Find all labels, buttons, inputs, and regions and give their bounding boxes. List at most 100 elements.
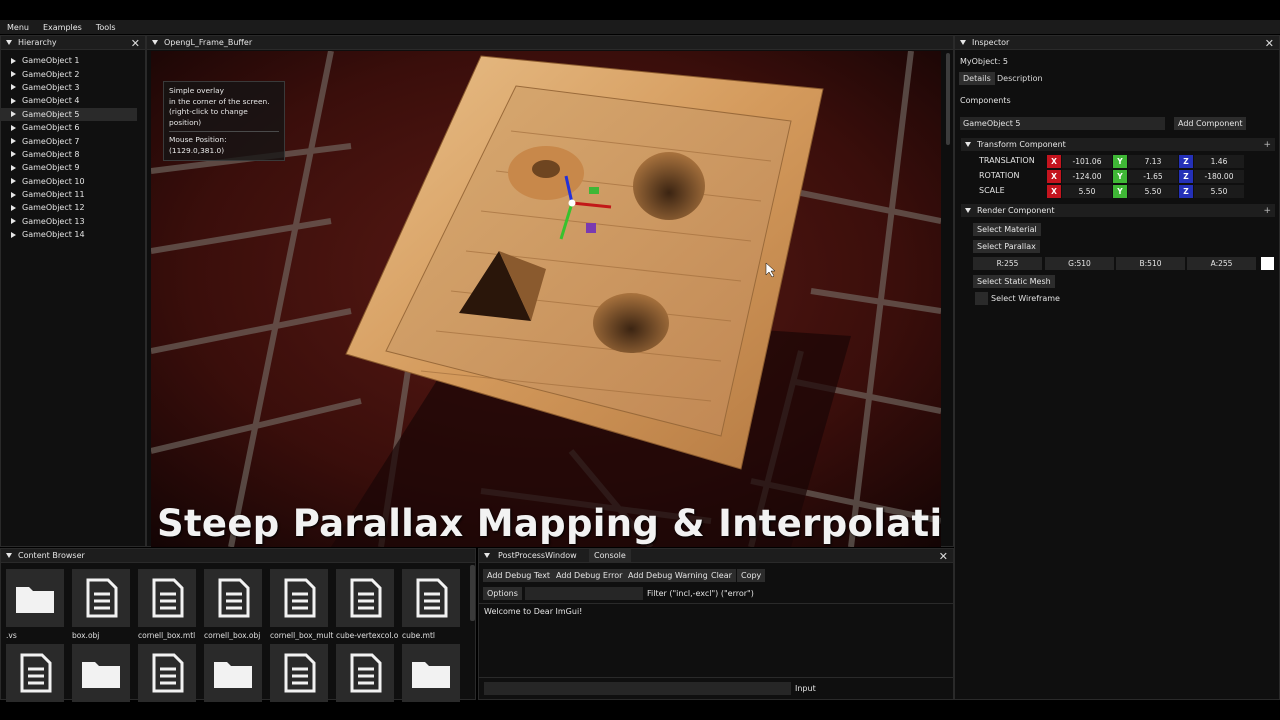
folder-tile[interactable] <box>6 569 64 627</box>
transform-header[interactable]: Transform Component + <box>961 138 1275 151</box>
console-input[interactable] <box>484 682 791 695</box>
file-tile[interactable] <box>336 644 394 702</box>
expand-icon[interactable] <box>11 218 16 225</box>
folder-tile[interactable] <box>72 644 130 702</box>
tab-description[interactable]: Description <box>993 72 1047 85</box>
scale-z-field[interactable]: 5.50 <box>1194 185 1244 198</box>
hierarchy-item[interactable]: GameObject 6 <box>1 121 145 134</box>
simple-overlay[interactable]: Simple overlay in the corner of the scre… <box>163 81 285 161</box>
file-tile[interactable] <box>402 569 460 627</box>
options-button[interactable]: Options <box>483 587 522 600</box>
color-a-field[interactable]: A:255 <box>1187 257 1256 270</box>
content-browser-titlebar[interactable]: Content Browser <box>1 549 475 563</box>
file-tile[interactable] <box>336 569 394 627</box>
translation-z-field[interactable]: 1.46 <box>1194 155 1244 168</box>
hierarchy-item[interactable]: GameObject 11 <box>1 188 145 201</box>
hierarchy-item[interactable]: GameObject 2 <box>1 67 145 80</box>
tab-console[interactable]: Console <box>589 549 631 563</box>
rotation-x-field[interactable]: -124.00 <box>1062 170 1112 183</box>
select-static-mesh-button[interactable]: Select Static Mesh <box>973 275 1055 288</box>
add-component-button[interactable]: Add Component <box>1174 117 1247 130</box>
hierarchy-titlebar[interactable]: Hierarchy ✕ <box>1 36 145 50</box>
collapse-icon[interactable] <box>484 553 490 558</box>
content-scrollbar[interactable] <box>470 565 475 621</box>
expand-icon[interactable] <box>11 191 16 198</box>
close-icon[interactable]: ✕ <box>131 37 140 50</box>
hierarchy-item[interactable]: GameObject 9 <box>1 161 145 174</box>
hierarchy-item-selected[interactable]: GameObject 5 <box>1 107 137 121</box>
scene-view[interactable]: Simple overlay in the corner of the scre… <box>151 51 941 547</box>
tab-postprocess[interactable]: PostProcessWindow <box>493 549 582 563</box>
hierarchy-item[interactable]: GameObject 3 <box>1 81 145 94</box>
hierarchy-item[interactable]: GameObject 10 <box>1 175 145 188</box>
expand-icon[interactable] <box>11 97 16 104</box>
translation-x-field[interactable]: -101.06 <box>1062 155 1112 168</box>
plus-icon[interactable]: + <box>1263 140 1271 150</box>
file-tile[interactable] <box>270 569 328 627</box>
menu-item-examples[interactable]: Examples <box>36 23 89 32</box>
expand-icon[interactable] <box>11 138 16 145</box>
rotation-z-field[interactable]: -180.00 <box>1194 170 1244 183</box>
inspector-titlebar[interactable]: Inspector ✕ <box>955 36 1279 50</box>
translation-y-field[interactable]: 7.13 <box>1128 155 1178 168</box>
folder-tile[interactable] <box>402 644 460 702</box>
close-icon[interactable]: ✕ <box>939 550 948 563</box>
tab-details[interactable]: Details <box>959 72 995 85</box>
menu-item-tools[interactable]: Tools <box>89 23 123 32</box>
wireframe-checkbox[interactable] <box>975 292 988 305</box>
folder-tile[interactable] <box>204 644 262 702</box>
collapse-icon[interactable] <box>152 40 158 45</box>
file-tile[interactable] <box>6 644 64 702</box>
expand-icon[interactable] <box>11 164 16 171</box>
expand-icon[interactable] <box>11 71 16 78</box>
color-swatch[interactable] <box>1261 257 1274 270</box>
rotation-y-field[interactable]: -1.65 <box>1128 170 1178 183</box>
file-tile[interactable] <box>270 644 328 702</box>
object-name-field[interactable]: GameObject 5 <box>960 117 1165 130</box>
expand-icon[interactable] <box>11 57 16 64</box>
hierarchy-item[interactable]: GameObject 8 <box>1 148 145 161</box>
collapse-icon[interactable] <box>6 40 12 45</box>
select-parallax-button[interactable]: Select Parallax <box>973 240 1040 253</box>
hierarchy-item[interactable]: GameObject 14 <box>1 228 145 241</box>
expand-icon[interactable] <box>11 124 16 131</box>
expand-icon[interactable] <box>11 231 16 238</box>
file-tile[interactable] <box>138 644 196 702</box>
color-b-field[interactable]: B:510 <box>1116 257 1185 270</box>
viewport-titlebar[interactable]: OpengL_Frame_Buffer <box>147 36 953 50</box>
render-header[interactable]: Render Component + <box>961 204 1275 217</box>
file-tile[interactable] <box>72 569 130 627</box>
file-tile[interactable] <box>138 569 196 627</box>
expand-icon[interactable] <box>11 178 16 185</box>
expand-icon[interactable] <box>11 151 16 158</box>
hierarchy-item[interactable]: GameObject 13 <box>1 215 145 228</box>
file-tile[interactable] <box>204 569 262 627</box>
folder-icon <box>16 587 54 613</box>
add-debug-error-button[interactable]: Add Debug Error <box>552 569 627 582</box>
collapse-icon[interactable] <box>6 553 12 558</box>
clear-button[interactable]: Clear <box>707 569 736 582</box>
filter-input[interactable] <box>525 587 643 600</box>
plus-icon[interactable]: + <box>1263 206 1271 216</box>
hierarchy-item[interactable]: GameObject 1 <box>1 54 145 67</box>
select-material-button[interactable]: Select Material <box>973 223 1041 236</box>
add-debug-text-button[interactable]: Add Debug Text <box>483 569 555 582</box>
color-g-field[interactable]: G:510 <box>1045 257 1114 270</box>
expand-icon[interactable] <box>11 111 16 118</box>
menu-item-menu[interactable]: Menu <box>0 23 36 32</box>
expand-icon[interactable] <box>11 204 16 211</box>
hierarchy-item[interactable]: GameObject 7 <box>1 134 145 147</box>
close-icon[interactable]: ✕ <box>1265 37 1274 50</box>
collapse-icon[interactable] <box>965 208 971 213</box>
scale-y-field[interactable]: 5.50 <box>1128 185 1178 198</box>
collapse-icon[interactable] <box>960 40 966 45</box>
hierarchy-item[interactable]: GameObject 12 <box>1 201 145 214</box>
scale-x-field[interactable]: 5.50 <box>1062 185 1112 198</box>
color-r-field[interactable]: R:255 <box>973 257 1042 270</box>
collapse-icon[interactable] <box>965 142 971 147</box>
hierarchy-item[interactable]: GameObject 4 <box>1 94 145 107</box>
viewport-scrollbar[interactable] <box>946 53 950 145</box>
copy-button[interactable]: Copy <box>737 569 766 582</box>
add-debug-warning-button[interactable]: Add Debug Warning <box>624 569 712 582</box>
expand-icon[interactable] <box>11 84 16 91</box>
